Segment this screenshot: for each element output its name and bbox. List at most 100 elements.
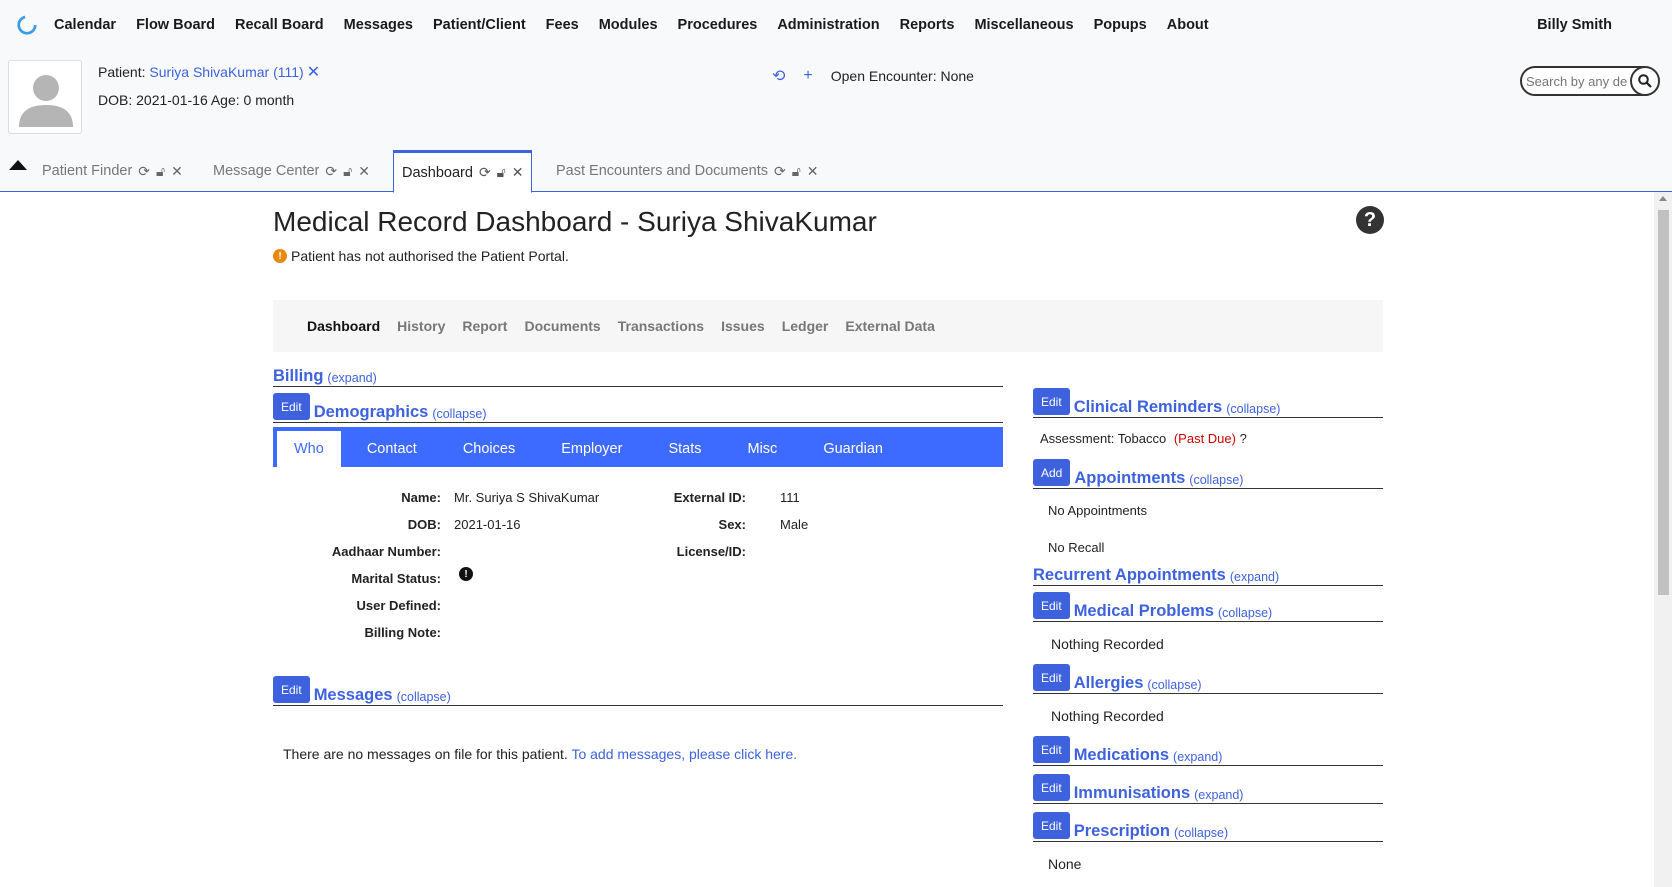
tab-dashboard[interactable]: Dashboard ⟳ 🔓︎ ✕ — [393, 150, 533, 193]
marital-info-icon[interactable]: ! — [459, 567, 473, 581]
demo-tab-misc[interactable]: Misc — [729, 431, 797, 467]
menu-flow-board[interactable]: Flow Board — [136, 17, 215, 33]
open-encounter-text: Open Encounter: None — [830, 68, 974, 84]
menu-fees[interactable]: Fees — [546, 17, 579, 33]
demographics-edit-button[interactable]: Edit — [273, 393, 310, 420]
search-input[interactable] — [1522, 68, 1630, 94]
reminders-toggle[interactable]: (collapse) — [1226, 402, 1280, 416]
prescription-body: None — [1048, 856, 1082, 872]
menu-popups[interactable]: Popups — [1094, 17, 1147, 33]
menu-modules[interactable]: Modules — [599, 17, 658, 33]
new-encounter-plus-icon[interactable]: + — [803, 67, 812, 85]
medications-title[interactable]: Medications — [1074, 746, 1169, 765]
demo-tab-employer[interactable]: Employer — [542, 431, 641, 467]
tab-label: Dashboard — [402, 164, 473, 181]
add-messages-link[interactable]: To add messages, please click here. — [571, 746, 797, 762]
reminder-info[interactable]: ? — [1240, 431, 1247, 446]
demographics-title[interactable]: Demographics — [314, 403, 429, 422]
menu-reports[interactable]: Reports — [900, 17, 955, 33]
menu-messages[interactable]: Messages — [344, 17, 413, 33]
medications-toggle[interactable]: (expand) — [1173, 750, 1222, 764]
page-title: Medical Record Dashboard - Suriya ShivaK… — [273, 206, 877, 237]
search-button[interactable] — [1630, 68, 1658, 94]
patient-avatar[interactable] — [8, 60, 82, 134]
recurrent-title[interactable]: Recurrent Appointments — [1033, 566, 1226, 585]
close-icon[interactable]: ✕ — [358, 163, 370, 180]
demo-tab-stats[interactable]: Stats — [649, 431, 720, 467]
unlock-icon[interactable]: 🔓︎ — [156, 163, 165, 180]
subnav-ledger[interactable]: Ledger — [782, 318, 829, 334]
menu-miscellaneous[interactable]: Miscellaneous — [974, 17, 1073, 33]
messages-toggle[interactable]: (collapse) — [397, 690, 451, 704]
scrollbar-thumb[interactable] — [1658, 210, 1669, 595]
help-icon[interactable]: ? — [1356, 206, 1384, 234]
reminders-title[interactable]: Clinical Reminders — [1074, 398, 1223, 417]
subnav-report[interactable]: Report — [462, 318, 507, 334]
menu-patient-client[interactable]: Patient/Client — [433, 17, 526, 33]
subnav-dashboard[interactable]: Dashboard — [307, 318, 380, 334]
problems-toggle[interactable]: (collapse) — [1218, 606, 1272, 620]
problems-title[interactable]: Medical Problems — [1074, 602, 1214, 621]
unlock-icon[interactable]: 🔓︎ — [497, 164, 506, 181]
allergies-toggle[interactable]: (collapse) — [1147, 678, 1201, 692]
prescription-toggle[interactable]: (collapse) — [1174, 826, 1228, 840]
messages-edit-button[interactable]: Edit — [273, 676, 310, 703]
refresh-icon[interactable]: ⟳ — [479, 164, 491, 181]
allergies-edit-button[interactable]: Edit — [1033, 664, 1070, 691]
patient-search — [1520, 66, 1660, 96]
prescription-title[interactable]: Prescription — [1074, 822, 1170, 841]
demo-tab-who[interactable]: Who — [277, 431, 341, 467]
appointments-add-button[interactable]: Add — [1033, 459, 1071, 486]
refresh-icon[interactable]: ⟳ — [138, 163, 150, 180]
unlock-icon[interactable]: 🔓︎ — [343, 163, 352, 180]
appointments-toggle[interactable]: (collapse) — [1189, 473, 1243, 487]
menu-procedures[interactable]: Procedures — [678, 17, 758, 33]
tab-patient-finder[interactable]: Patient Finder ⟳ 🔓︎ ✕ — [34, 150, 191, 192]
billing-title[interactable]: Billing — [273, 367, 323, 386]
demo-tab-guardian[interactable]: Guardian — [804, 431, 902, 467]
patient-name-link[interactable]: Suriya ShivaKumar (111) — [149, 64, 303, 80]
close-icon[interactable]: ✕ — [512, 164, 524, 181]
prescription-edit-button[interactable]: Edit — [1033, 812, 1070, 839]
recurrent-toggle[interactable]: (expand) — [1230, 570, 1279, 584]
subnav-documents[interactable]: Documents — [524, 318, 600, 334]
immunisations-title[interactable]: Immunisations — [1074, 784, 1190, 803]
menu-about[interactable]: About — [1167, 17, 1209, 33]
collapse-header-icon[interactable] — [9, 160, 27, 170]
subnav-issues[interactable]: Issues — [721, 318, 765, 334]
field-label: Marital Status: — [351, 571, 441, 586]
refresh-icon[interactable]: ⟳ — [774, 163, 786, 180]
refresh-icon[interactable]: ⟳ — [325, 163, 337, 180]
medications-edit-button[interactable]: Edit — [1033, 736, 1070, 763]
menu-recall-board[interactable]: Recall Board — [235, 17, 324, 33]
patient-header: Patient: Suriya ShivaKumar (111) ✕ DOB: 2… — [0, 50, 1672, 150]
appointments-title[interactable]: Appointments — [1074, 469, 1185, 488]
messages-title[interactable]: Messages — [314, 686, 393, 705]
field-label: User Defined: — [356, 598, 441, 613]
problems-edit-button[interactable]: Edit — [1033, 592, 1070, 619]
unlock-icon[interactable]: 🔓︎ — [792, 163, 801, 180]
reminders-edit-button[interactable]: Edit — [1033, 388, 1070, 415]
demo-tab-contact[interactable]: Contact — [348, 431, 436, 467]
user-menu[interactable]: Billy Smith — [1537, 17, 1612, 33]
menu-administration[interactable]: Administration — [777, 17, 879, 33]
subnav-history[interactable]: History — [397, 318, 445, 334]
history-icon[interactable]: ⟲ — [772, 66, 785, 86]
app-logo-icon[interactable] — [16, 14, 38, 36]
scroll-up-icon[interactable] — [1659, 196, 1667, 201]
immunisations-toggle[interactable]: (expand) — [1194, 788, 1243, 802]
tab-past-encounters[interactable]: Past Encounters and Documents ⟳ 🔓︎ ✕ — [548, 150, 827, 192]
close-patient-icon[interactable]: ✕ — [307, 64, 320, 81]
menu-calendar[interactable]: Calendar — [54, 17, 116, 33]
tab-message-center[interactable]: Message Center ⟳ 🔓︎ ✕ — [205, 150, 378, 192]
subnav-transactions[interactable]: Transactions — [618, 318, 704, 334]
close-icon[interactable]: ✕ — [171, 163, 183, 180]
allergies-title[interactable]: Allergies — [1074, 674, 1144, 693]
demographics-toggle[interactable]: (collapse) — [432, 407, 486, 421]
immunisations-edit-button[interactable]: Edit — [1033, 774, 1070, 801]
demo-tab-choices[interactable]: Choices — [444, 431, 534, 467]
vertical-scrollbar[interactable] — [1654, 192, 1672, 887]
billing-toggle[interactable]: (expand) — [327, 371, 376, 385]
subnav-external-data[interactable]: External Data — [845, 318, 934, 334]
close-icon[interactable]: ✕ — [807, 163, 819, 180]
